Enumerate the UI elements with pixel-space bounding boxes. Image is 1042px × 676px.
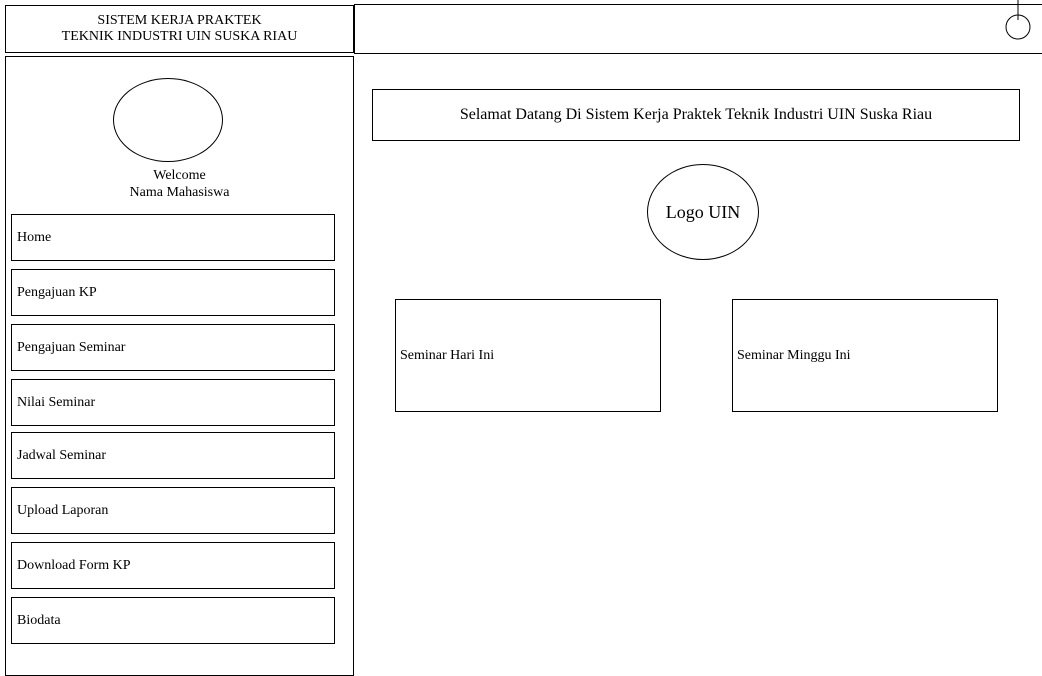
sidebar-item-pengajuan-seminar[interactable]: Pengajuan Seminar [11, 324, 335, 371]
avatar [113, 78, 223, 162]
sidebar-item-label: Upload Laporan [17, 502, 109, 518]
sidebar-item-label: Pengajuan KP [17, 284, 97, 300]
sidebar-item-nilai-seminar[interactable]: Nilai Seminar [11, 379, 335, 426]
sidebar-item-upload-laporan[interactable]: Upload Laporan [11, 487, 335, 534]
app-title: SISTEM KERJA PRAKTEK TEKNIK INDUSTRI UIN… [5, 5, 354, 53]
welcome-label: Welcome [153, 168, 206, 183]
top-bar [354, 4, 1042, 54]
seminar-today-label: Seminar Hari Ini [400, 347, 495, 363]
sidebar-item-label: Pengajuan Seminar [17, 339, 126, 355]
app-title-line2: TEKNIK INDUSTRI UIN SUSKA RIAU [61, 29, 298, 44]
seminar-today-card[interactable]: Seminar Hari Ini [395, 299, 661, 412]
sidebar-item-label: Jadwal Seminar [17, 447, 107, 463]
sidebar-item-label: Home [17, 229, 52, 245]
seminar-week-label: Seminar Minggu Ini [737, 347, 851, 363]
sidebar-item-jadwal-seminar[interactable]: Jadwal Seminar [11, 432, 335, 479]
seminar-week-card[interactable]: Seminar Minggu Ini [732, 299, 998, 412]
logo-label: Logo UIN [665, 201, 741, 222]
sidebar-item-label: Download Form KP [17, 557, 131, 573]
welcome-text: Welcome Nama Mahasiswa [5, 167, 354, 201]
sidebar-item-biodata[interactable]: Biodata [11, 597, 335, 644]
sidebar-item-label: Nilai Seminar [17, 394, 96, 410]
sidebar-item-pengajuan-kp[interactable]: Pengajuan KP [11, 269, 335, 316]
logo-uin: Logo UIN [647, 164, 759, 260]
sidebar-item-home[interactable]: Home [11, 214, 335, 261]
student-name: Nama Mahasiswa [129, 185, 230, 200]
app-title-line1: SISTEM KERJA PRAKTEK [97, 13, 262, 28]
welcome-banner-text: Selamat Datang Di Sistem Kerja Praktek T… [459, 106, 933, 123]
welcome-banner: Selamat Datang Di Sistem Kerja Praktek T… [372, 89, 1020, 141]
power-icon[interactable] [1002, 0, 1034, 40]
sidebar-item-label: Biodata [17, 612, 61, 628]
sidebar-item-download-form-kp[interactable]: Download Form KP [11, 542, 335, 589]
